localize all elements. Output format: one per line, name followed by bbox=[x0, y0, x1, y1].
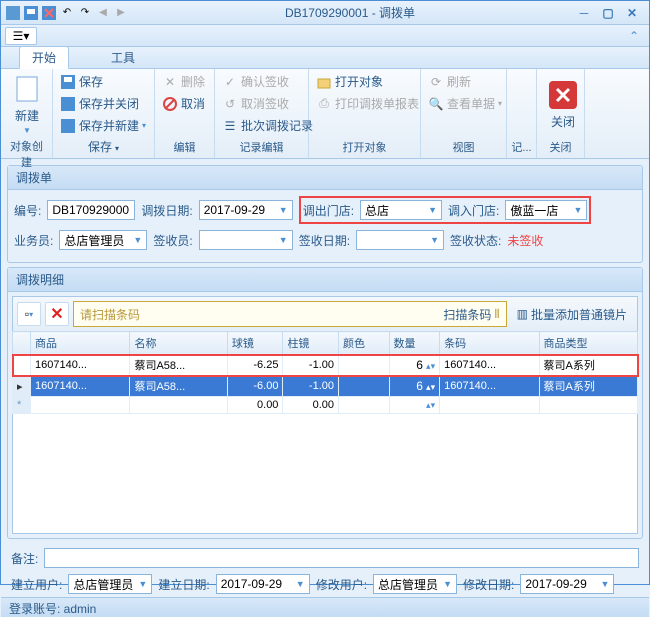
in-store-field[interactable]: 傲蓝一店▼ bbox=[505, 200, 587, 220]
remark-label: 备注: bbox=[11, 550, 38, 567]
create-user-field[interactable]: 总店管理员▼ bbox=[68, 574, 152, 594]
close-icon bbox=[547, 79, 579, 111]
new-icon bbox=[11, 73, 43, 105]
refresh-button[interactable]: ⟳刷新 bbox=[425, 71, 505, 92]
login-account: admin bbox=[64, 602, 97, 616]
list-icon: ☰ bbox=[222, 118, 238, 134]
cancel-sign-button[interactable]: ↺取消签收 bbox=[219, 93, 316, 114]
spinner-icon[interactable]: ▴▾ bbox=[426, 361, 435, 371]
sheet-icon: ▥ bbox=[517, 307, 528, 321]
search-icon: 🔍 bbox=[428, 96, 444, 112]
lookup-button[interactable]: 🔍查看单据▾ bbox=[425, 93, 505, 114]
out-store-field[interactable]: 总店▼ bbox=[360, 200, 442, 220]
delete-button[interactable]: ✕删除 bbox=[159, 71, 208, 92]
open-icon bbox=[316, 74, 332, 90]
barcode-input[interactable]: 请扫描条码扫描条码⦀ bbox=[73, 301, 507, 327]
check-icon: ✓ bbox=[222, 74, 238, 90]
confirm-sign-button[interactable]: ✓确认签收 bbox=[219, 71, 316, 92]
add-row-button[interactable]: ▫▾ bbox=[17, 302, 41, 326]
qat-undo-icon[interactable]: ↶ bbox=[59, 5, 75, 21]
ribbon-expand-icon[interactable]: ⌃ bbox=[623, 29, 645, 43]
sign-date-label: 签收日期: bbox=[299, 232, 350, 249]
batch-add-lens-button[interactable]: ▥批量添加普通镜片 bbox=[511, 306, 633, 323]
save-close-icon bbox=[60, 96, 76, 112]
qat-redo-icon[interactable]: ↷ bbox=[77, 5, 93, 21]
open-object-button[interactable]: 打开对象 bbox=[313, 71, 422, 92]
detail-grid: 商品 名称 球镜 柱镜 颜色 数量 条码 商品类型 1607140...蔡司A5… bbox=[12, 331, 638, 414]
app-icon bbox=[5, 5, 21, 21]
save-button[interactable]: 保存 bbox=[57, 71, 149, 92]
chevron-down-icon[interactable]: ▼ bbox=[279, 205, 288, 215]
code-field[interactable]: DB170929000 bbox=[47, 200, 135, 220]
uncheck-icon: ↺ bbox=[222, 96, 238, 112]
status-bar: 登录账号: admin bbox=[1, 597, 649, 617]
save-icon bbox=[60, 74, 76, 90]
tab-start[interactable]: 开始 bbox=[19, 46, 69, 69]
maximize-button[interactable]: ▢ bbox=[599, 6, 617, 20]
save-new-icon bbox=[60, 118, 76, 134]
mod-date-field[interactable]: 2017-09-29▼ bbox=[520, 574, 614, 594]
view-menu-button[interactable]: ☰▾ bbox=[5, 27, 37, 45]
date-field[interactable]: 2017-09-29▼ bbox=[199, 200, 293, 220]
grid-empty-area bbox=[12, 414, 638, 534]
clerk-field[interactable]: 总店管理员▼ bbox=[59, 230, 147, 250]
signer-field[interactable]: ▼ bbox=[199, 230, 293, 250]
mod-user-field[interactable]: 总店管理员▼ bbox=[373, 574, 457, 594]
order-panel-header: 调拨单 bbox=[8, 166, 642, 190]
qat-back-icon[interactable]: ◀ bbox=[95, 5, 111, 21]
qat-saveclose-icon[interactable] bbox=[41, 5, 57, 21]
remark-field[interactable] bbox=[44, 548, 639, 568]
cancel-icon bbox=[162, 96, 178, 112]
order-panel: 调拨单 编号: DB170929000 调拨日期: 2017-09-29▼ 调出… bbox=[7, 165, 643, 263]
minimize-button[interactable]: ─ bbox=[575, 6, 593, 20]
delete-icon: ✕ bbox=[162, 74, 178, 90]
out-store-label: 调出门店: bbox=[303, 202, 354, 219]
tab-tools[interactable]: 工具 bbox=[99, 47, 147, 68]
sign-date-field[interactable]: ▼ bbox=[356, 230, 444, 250]
table-row[interactable]: 1607140...蔡司A58... -6.25-1.00 6 ▴▾ 16071… bbox=[13, 355, 638, 376]
new-row[interactable]: * 0.000.00 ▴▾ bbox=[13, 397, 638, 414]
batch-record-button[interactable]: ☰批次调拨记录 bbox=[219, 115, 316, 136]
ribbon-tabs: 开始 工具 bbox=[1, 47, 649, 69]
ribbon: 新建 ▼ 对象创建 保存 保存并关闭 保存并新建▾ 保存 ▾ ✕删除 取消 编辑… bbox=[1, 69, 649, 159]
grid-header-row: 商品 名称 球镜 柱镜 颜色 数量 条码 商品类型 bbox=[13, 332, 638, 355]
window-title: DB1709290001 - 调拨单 bbox=[133, 4, 567, 21]
spinner-icon[interactable]: ▴▾ bbox=[426, 400, 435, 410]
create-date-field[interactable]: 2017-09-29▼ bbox=[216, 574, 310, 594]
titlebar: ↶ ↷ ◀ ▶ DB1709290001 - 调拨单 ─ ▢ ✕ bbox=[1, 1, 649, 25]
store-highlight-box: 调出门店: 总店▼ 调入门店: 傲蓝一店▼ bbox=[299, 196, 592, 224]
code-label: 编号: bbox=[14, 202, 41, 219]
close-window-button[interactable]: ✕ bbox=[623, 6, 641, 20]
barcode-icon: ⦀ bbox=[494, 307, 499, 322]
qat-save-icon[interactable] bbox=[23, 5, 39, 21]
signer-label: 签收员: bbox=[153, 232, 192, 249]
detail-panel-header: 调拨明细 bbox=[8, 268, 642, 292]
quick-access-toolbar: ☰▾ ⌃ bbox=[1, 25, 649, 47]
in-store-label: 调入门店: bbox=[448, 202, 499, 219]
detail-panel: 调拨明细 ▫▾ ✕ 请扫描条码扫描条码⦀ ▥批量添加普通镜片 商品 名称 球镜 … bbox=[7, 267, 643, 539]
cancel-button[interactable]: 取消 bbox=[159, 93, 208, 114]
date-label: 调拨日期: bbox=[141, 202, 192, 219]
qat-fwd-icon[interactable]: ▶ bbox=[113, 5, 129, 21]
new-button[interactable]: 新建 ▼ bbox=[5, 71, 49, 137]
print-report-button[interactable]: ⎙打印调拨单报表 bbox=[313, 93, 422, 114]
clerk-label: 业务员: bbox=[14, 232, 53, 249]
sign-status-label: 签收状态: bbox=[450, 232, 501, 249]
print-icon: ⎙ bbox=[316, 96, 332, 112]
sign-status-value: 未签收 bbox=[507, 232, 543, 249]
spinner-icon[interactable]: ▴▾ bbox=[426, 382, 435, 392]
close-button[interactable]: 关闭 bbox=[541, 71, 585, 138]
table-row[interactable]: ▸ 1607140...蔡司A58... -6.00-1.00 6 ▴▾ 160… bbox=[13, 376, 638, 397]
delete-row-button[interactable]: ✕ bbox=[45, 302, 69, 326]
detail-toolbar: ▫▾ ✕ 请扫描条码扫描条码⦀ ▥批量添加普通镜片 bbox=[12, 296, 638, 331]
refresh-icon: ⟳ bbox=[428, 74, 444, 90]
save-close-button[interactable]: 保存并关闭 bbox=[57, 93, 149, 114]
save-new-button[interactable]: 保存并新建▾ bbox=[57, 115, 149, 136]
